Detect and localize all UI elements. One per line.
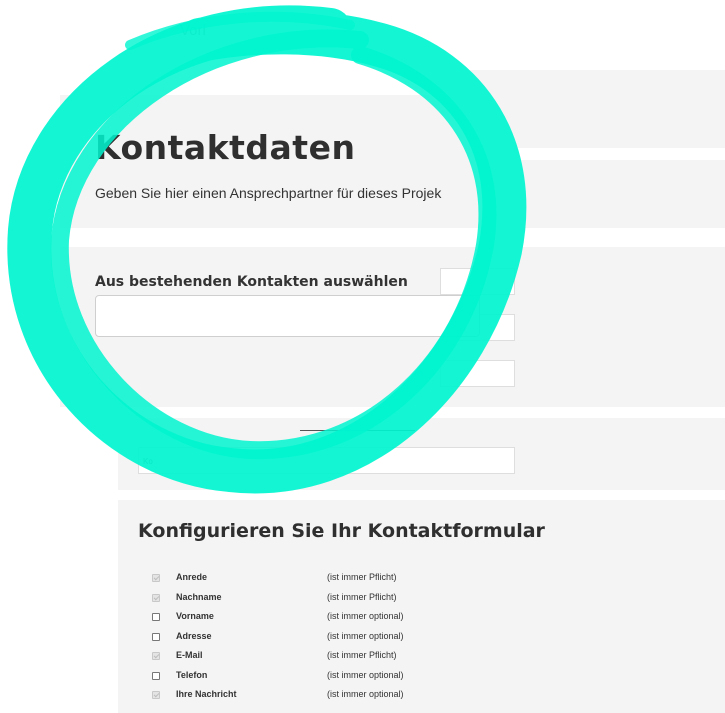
option-checkbox [152, 574, 160, 582]
option-checkbox[interactable] [152, 613, 160, 621]
option-note: (ist immer Pflicht) [327, 650, 397, 660]
contact-subtitle: Geben Sie hier einen Ansprechpartner für… [95, 185, 442, 201]
contact-select[interactable] [95, 295, 480, 337]
form-option-row: E-Mail (ist immer Pflicht) [152, 648, 472, 666]
contact-field-1[interactable] [440, 268, 515, 295]
option-note: (ist immer optional) [327, 630, 404, 641]
option-label: Ihre Nachricht [176, 689, 237, 699]
top-right-panel [460, 70, 725, 148]
form-option-row: Vorname (ist immer optional) [152, 609, 472, 627]
option-note: (ist immer Pflicht) [327, 591, 397, 602]
option-checkbox[interactable] [152, 671, 160, 680]
form-option-row: Telefon (ist immer optional) [152, 668, 472, 686]
option-checkbox [152, 593, 160, 602]
option-note: (ist immer optional) [327, 689, 404, 699]
option-note: (ist immer Pflicht) [327, 572, 397, 582]
form-option-row: Ihre Nachricht (ist immer optional) [152, 687, 472, 705]
form-option-row: Anrede (ist immer Pflicht) [152, 570, 472, 588]
screenshot-stage: Vorl Kontaktdaten Geben Sie hier einen A… [0, 0, 725, 713]
page-title: Kontaktdaten [95, 128, 356, 167]
option-checkbox [152, 691, 160, 699]
option-label: Adresse [176, 630, 212, 641]
option-label: Nachname [176, 591, 222, 602]
form-config-title: Konfigurieren Sie Ihr Kontaktformular [138, 520, 545, 542]
highlight-stroke-top [125, 11, 355, 50]
option-note: (ist immer optional) [327, 669, 404, 680]
faded-header-text: Vorl [180, 22, 206, 39]
option-label: Anrede [176, 572, 208, 582]
option-checkbox[interactable] [152, 632, 160, 641]
contact-field-3[interactable] [440, 360, 515, 387]
option-label: E-Mail [176, 650, 203, 660]
option-checkbox [152, 652, 160, 660]
option-label: Telefon [176, 669, 208, 680]
contact-field-4[interactable]: Ko [138, 447, 515, 474]
contact-select-label: Aus bestehenden Kontakten auswählen [95, 274, 408, 290]
form-option-row: Nachname (ist immer Pflicht) [152, 590, 472, 608]
option-note: (ist immer optional) [327, 611, 404, 621]
form-option-row: Adresse (ist immer optional) [152, 629, 472, 647]
option-label: Vorname [176, 611, 214, 621]
divider [300, 430, 415, 431]
